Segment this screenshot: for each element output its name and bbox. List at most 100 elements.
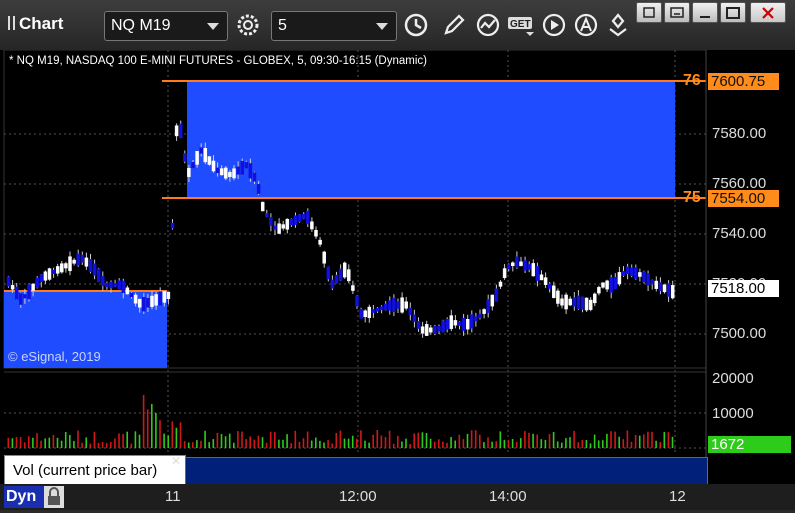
candle-body [539,274,544,281]
candle-body [285,218,290,230]
indicator-icon[interactable] [474,11,502,39]
candle-body [256,184,261,194]
volume-bar [515,441,518,448]
pause-icon[interactable] [8,16,15,30]
candle-body [511,262,515,266]
candle-body [76,253,80,266]
volume-label: Vol (current price bar) [13,462,158,479]
symbol-dropdown[interactable]: NQ M19 [104,11,228,41]
chevron-down-icon [207,23,219,30]
volume-bar [327,440,329,448]
chart-area[interactable]: * NQ M19, NASDAQ 100 E-MINI FUTURES - GL… [0,50,795,510]
volume-bar [249,436,251,448]
volume-bar [466,433,469,448]
candle-body [265,213,269,217]
lock-icon[interactable] [44,486,64,508]
volume-bar [122,433,124,448]
volume-bar [454,440,456,448]
candle-body [424,324,429,336]
volume-bar [507,440,510,448]
candle-body [560,298,564,306]
restore-icon[interactable] [636,2,662,23]
current-volume-label: 1672 [708,436,791,453]
minimize-icon[interactable] [692,2,718,23]
volume-bar [556,441,559,448]
candle-body [621,271,626,276]
candle-body [162,291,167,303]
interval-dropdown[interactable]: 5 [271,11,397,41]
volume-bar [479,434,481,448]
candle-body [658,282,663,291]
price-tick: 7540.00 [712,225,767,242]
volume-bar [257,435,260,448]
candle-body [416,321,421,329]
volume-bar [19,437,22,448]
detach-icon[interactable] [664,2,690,23]
volume-bar [524,431,526,448]
volume-bar [187,442,190,448]
maximize-icon[interactable] [720,2,746,23]
volume-bar [228,433,231,448]
candle-body [101,276,105,287]
settings-gear-icon[interactable] [234,11,262,39]
candle-body [174,125,179,137]
candle-body [666,283,671,297]
candle-body [408,307,413,315]
volume-bar [286,434,288,448]
volume-bar [401,441,403,448]
candle-body [556,290,560,304]
volume-bar [647,431,649,448]
move-icon[interactable] [604,11,632,39]
volume-bar [585,439,588,448]
candle-body [183,153,187,162]
clock-icon[interactable] [402,11,430,39]
candle-body [519,261,523,267]
get-icon[interactable]: GET [506,11,536,39]
volume-bar [278,439,280,448]
candle-body [543,277,548,285]
volume-bar [339,430,342,448]
volume-bar [499,431,502,448]
lower-line-tag: 75 [683,189,701,206]
volume-bar [573,430,575,448]
volume-bar [446,442,448,448]
volume-bar [483,442,485,448]
candle-body [178,123,183,138]
volume-bar [163,433,165,448]
candle-body [502,268,507,278]
dyn-button[interactable]: Dyn [4,486,44,508]
volume-strip [185,457,708,485]
volume-bar [614,431,616,448]
price-tick: 7500.00 [712,325,767,342]
volume-bar [634,434,637,448]
volume-bar [40,440,42,448]
candle-body [80,254,85,263]
pencil-icon[interactable] [440,11,468,39]
candle-body [199,147,203,154]
candle-body [306,210,310,225]
interval-value: 5 [278,17,287,34]
volume-bar [474,430,477,448]
close-icon[interactable] [750,2,786,23]
candle-body [629,267,634,276]
play-icon[interactable] [540,11,568,39]
candle-body [277,223,281,234]
candle-body [27,284,31,300]
volume-bar [643,434,645,448]
a-icon[interactable] [572,11,600,39]
volume-bar [589,443,592,448]
chart-header: * NQ M19, NASDAQ 100 E-MINI FUTURES - GL… [9,55,427,67]
volume-bar [622,439,625,448]
candle-body [388,300,392,311]
volume-bar [351,435,354,448]
volume-bar [265,442,268,448]
candle-body [113,283,117,287]
price-chart[interactable] [0,50,795,510]
volume-bar [146,409,149,448]
volume-bar [81,442,83,448]
candle-body [10,285,15,290]
close-volume-icon[interactable]: ✕ [171,454,181,468]
candle-body [527,264,531,270]
candle-body [158,291,162,306]
volume-bar [659,442,661,448]
